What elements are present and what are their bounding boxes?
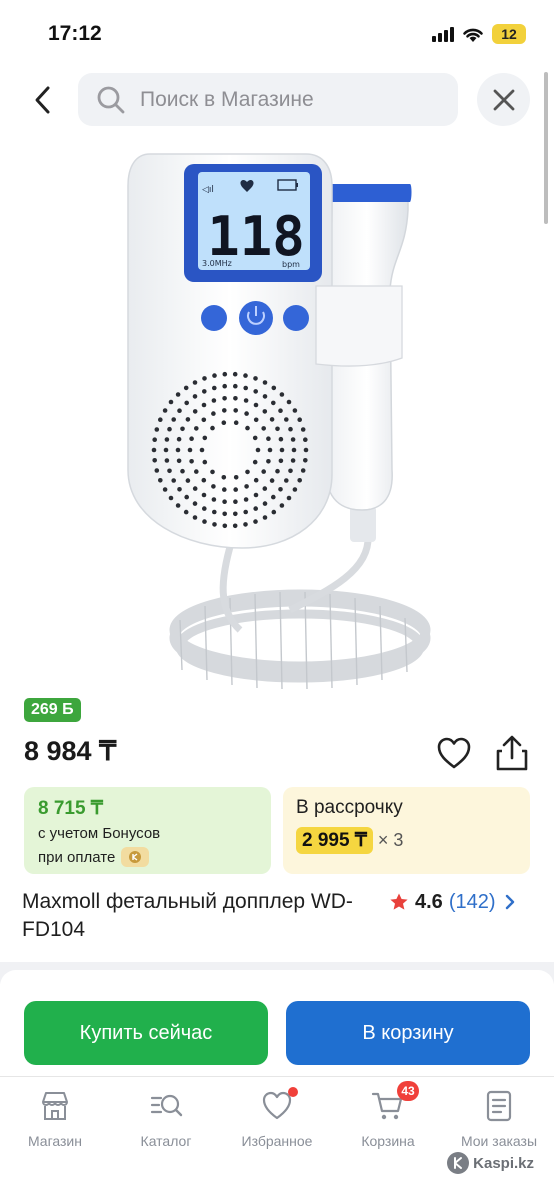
installment-months: × 3	[377, 830, 404, 850]
bonus-price-card[interactable]: 8 715 ₸ с учетом Бонусов при оплате	[24, 787, 271, 874]
bonus-note-1: с учетом Бонусов	[38, 825, 161, 842]
heart-icon	[260, 1087, 298, 1123]
display-unit: bpm	[282, 260, 300, 269]
product-title: Maxmoll фетальный допплер WD-FD104	[22, 890, 353, 941]
close-search-button[interactable]	[477, 73, 530, 126]
favorites-dot-indicator	[288, 1087, 298, 1097]
close-icon	[493, 89, 514, 110]
status-time: 17:12	[48, 22, 102, 45]
kaspi-logo-icon	[447, 1152, 470, 1174]
share-icon[interactable]	[494, 734, 530, 772]
product-image[interactable]: ◁ıl 118 3.0MHz bpm	[110, 140, 440, 692]
tab-orders-label: Мои заказы	[460, 1133, 538, 1149]
tab-shop[interactable]: Магазин	[0, 1089, 110, 1149]
tab-orders[interactable]: Мои заказы	[444, 1089, 554, 1149]
tab-catalog-label: Каталог	[140, 1133, 192, 1149]
battery-indicator: 12	[492, 24, 526, 44]
bonus-price: 8 715 ₸	[38, 798, 103, 819]
installment-row: 2 995 ₸ × 3	[296, 827, 517, 854]
tab-shop-label: Магазин	[27, 1133, 82, 1149]
bonus-note-2-text: при оплате	[38, 848, 116, 866]
shop-icon	[42, 1092, 68, 1120]
kaspi-watermark: Kaspi.kz	[447, 1152, 534, 1174]
add-to-cart-button[interactable]: В корзину	[286, 1001, 530, 1065]
rating-link[interactable]: 4.6 (142)	[389, 888, 516, 916]
reviews-count: (142)	[448, 890, 496, 913]
installment-title: В рассрочку	[296, 797, 403, 818]
tab-cart[interactable]: 43 Корзина	[333, 1081, 443, 1149]
cart-count-badge: 43	[397, 1081, 419, 1101]
bonus-points-badge: 269 Б	[24, 698, 81, 722]
cart-icon: 43	[371, 1081, 419, 1123]
buy-now-button[interactable]: Купить сейчас	[24, 1001, 268, 1065]
favorite-heart-icon[interactable]	[436, 736, 472, 770]
installment-card[interactable]: В рассрочку 2 995 ₸ × 3	[283, 787, 530, 874]
kaspi-pay-icon	[121, 847, 150, 867]
tab-favorites[interactable]: Избранное	[222, 1087, 332, 1149]
star-icon	[390, 893, 408, 910]
product-price: 8 984 ₸	[24, 736, 117, 766]
wifi-icon	[463, 28, 483, 42]
search-icon	[97, 86, 125, 113]
bonus-note-2: при оплате	[38, 847, 257, 867]
catalog-search-icon	[150, 1094, 183, 1117]
scrollbar[interactable]	[544, 72, 548, 224]
display-freq: 3.0MHz	[202, 259, 232, 268]
back-button[interactable]	[26, 80, 60, 120]
cellular-signal-icon	[432, 26, 454, 42]
tab-catalog[interactable]: Каталог	[111, 1089, 221, 1149]
tab-favorites-label: Избранное	[241, 1133, 313, 1149]
orders-icon	[486, 1090, 512, 1122]
search-placeholder: Поиск в Магазине	[140, 87, 314, 111]
installment-price: 2 995 ₸	[296, 827, 373, 854]
status-bar: 17:12 12	[0, 0, 554, 66]
bottom-tab-bar: Магазин Каталог Избранное 43 Корзина Мои…	[0, 1076, 554, 1200]
chevron-right-icon	[505, 894, 514, 910]
svg-text:◁ıl: ◁ıl	[202, 185, 214, 195]
rating-value: 4.6	[415, 890, 443, 913]
tab-cart-label: Корзина	[361, 1133, 415, 1149]
search-input[interactable]: Поиск в Магазине	[78, 73, 458, 126]
status-icons: 12	[432, 24, 526, 44]
watermark-text: Kaspi.kz	[473, 1154, 534, 1172]
back-arrow-icon	[35, 86, 50, 114]
